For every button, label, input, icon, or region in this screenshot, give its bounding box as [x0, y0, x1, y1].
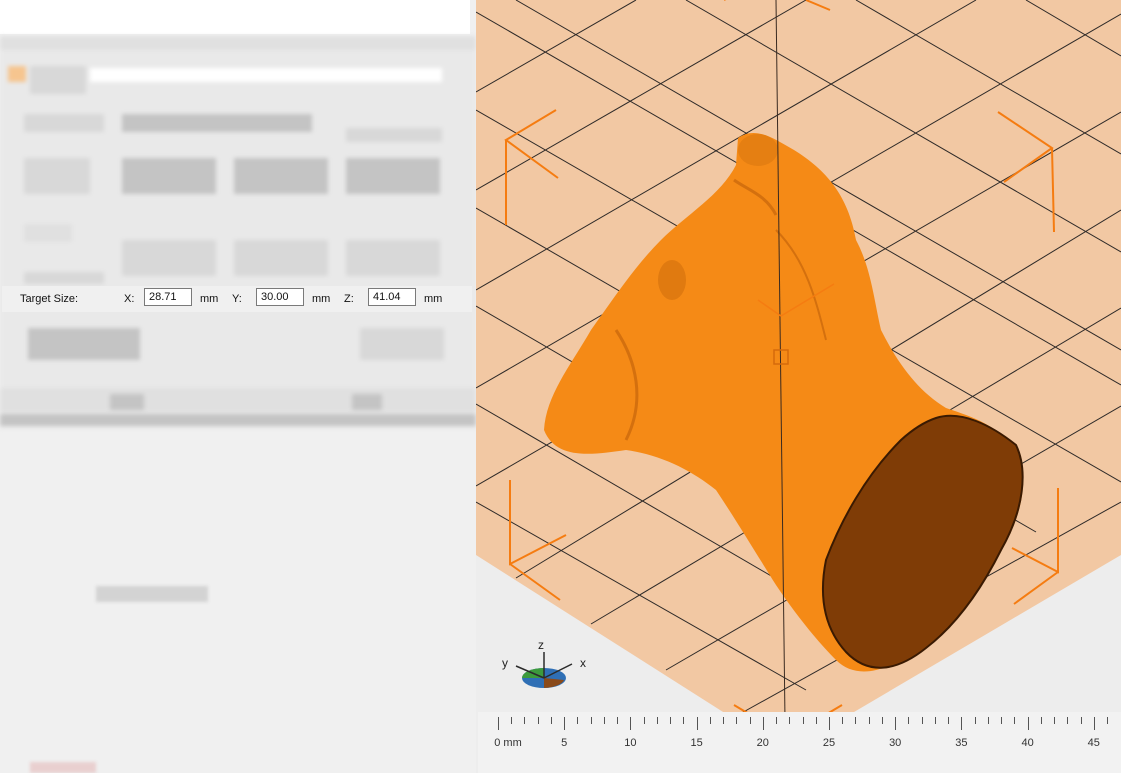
ruler-tick	[895, 717, 897, 730]
ruler-tick	[921, 717, 923, 724]
ruler-tick	[749, 717, 751, 724]
target-size-y-input[interactable]	[256, 288, 304, 306]
y-label: Y:	[232, 293, 242, 305]
ruler-tick	[776, 717, 778, 724]
ruler-tick	[1027, 717, 1029, 730]
ruler-tick	[1107, 717, 1109, 724]
ruler-tick	[815, 717, 817, 724]
ruler-tick	[723, 717, 725, 724]
ruler-tick	[511, 717, 513, 724]
ruler-tick	[656, 717, 658, 724]
ruler-tick	[736, 717, 738, 724]
ruler-tick	[630, 717, 632, 730]
ruler-label: 35	[955, 737, 968, 749]
ruler-label: 15	[690, 737, 703, 749]
ruler-label: 0 mm	[494, 737, 522, 749]
ruler-label: 25	[822, 737, 836, 749]
ruler-tick	[643, 717, 645, 724]
gizmo-z-label: z	[538, 638, 544, 652]
ruler-tick	[498, 717, 499, 730]
ruler-label: 20	[756, 737, 769, 749]
ruler-tick	[550, 717, 552, 724]
blurred-status-text	[96, 586, 208, 602]
ruler-tick	[1054, 717, 1056, 724]
ruler-tick	[842, 717, 844, 724]
ruler-tick	[1001, 717, 1003, 724]
scale-panel: Target Size: X: mm Y: mm Z: mm	[0, 0, 476, 773]
ruler-tick	[683, 717, 685, 724]
ruler-label: 45	[1087, 737, 1100, 749]
ruler-tick	[855, 717, 857, 724]
ruler-tick	[537, 717, 539, 724]
ruler-tick	[603, 717, 605, 724]
ruler-tick	[590, 717, 592, 724]
ruler-tick	[961, 717, 963, 730]
ruler-label: 40	[1021, 737, 1034, 749]
ruler-tick	[948, 717, 950, 724]
z-unit: mm	[424, 293, 443, 305]
gizmo-y-label: y	[502, 656, 508, 670]
ruler-tick	[1093, 717, 1095, 730]
ruler-tick	[974, 717, 976, 724]
ruler-tick	[1014, 717, 1016, 724]
ruler-tick	[762, 717, 764, 730]
blurred-bottom-tab	[30, 762, 96, 773]
mm-ruler: 0 mm 5 10 15 20 25 30 35 40 45	[478, 712, 1121, 773]
ruler-tick	[524, 717, 526, 724]
ruler-tick	[881, 717, 883, 724]
ruler-tick	[908, 717, 910, 724]
ruler-tick	[696, 717, 698, 730]
target-size-x-input[interactable]	[144, 288, 192, 306]
ruler-label: 30	[889, 737, 902, 749]
ruler-tick	[802, 717, 804, 724]
gizmo-x-label: x	[580, 656, 586, 670]
ruler-tick	[577, 717, 579, 724]
ruler-tick	[789, 717, 791, 724]
ruler-tick	[1067, 717, 1069, 724]
ruler-label: 5	[561, 737, 568, 749]
ruler-tick	[987, 717, 989, 724]
ruler-tick	[1040, 717, 1042, 724]
z-label: Z:	[344, 293, 354, 305]
x-unit: mm	[200, 293, 219, 305]
ruler-tick	[829, 717, 830, 730]
ruler-tick	[868, 717, 870, 724]
blurred-settings-area	[0, 36, 476, 428]
ruler-tick	[564, 717, 566, 730]
ruler-tick	[709, 717, 711, 724]
target-size-label: Target Size:	[20, 293, 79, 305]
ruler-tick	[934, 717, 936, 724]
ruler-tick	[1080, 717, 1082, 724]
y-unit: mm	[312, 293, 331, 305]
axis-gizmo: z x y	[498, 638, 594, 698]
panel-header-strip	[0, 0, 470, 34]
ruler-label: 10	[624, 737, 637, 749]
target-size-row: Target Size: X: mm Y: mm Z: mm	[2, 286, 472, 312]
x-label: X:	[124, 293, 135, 305]
target-size-z-input[interactable]	[368, 288, 416, 306]
ruler-tick	[670, 717, 672, 724]
ruler-tick	[617, 717, 619, 724]
